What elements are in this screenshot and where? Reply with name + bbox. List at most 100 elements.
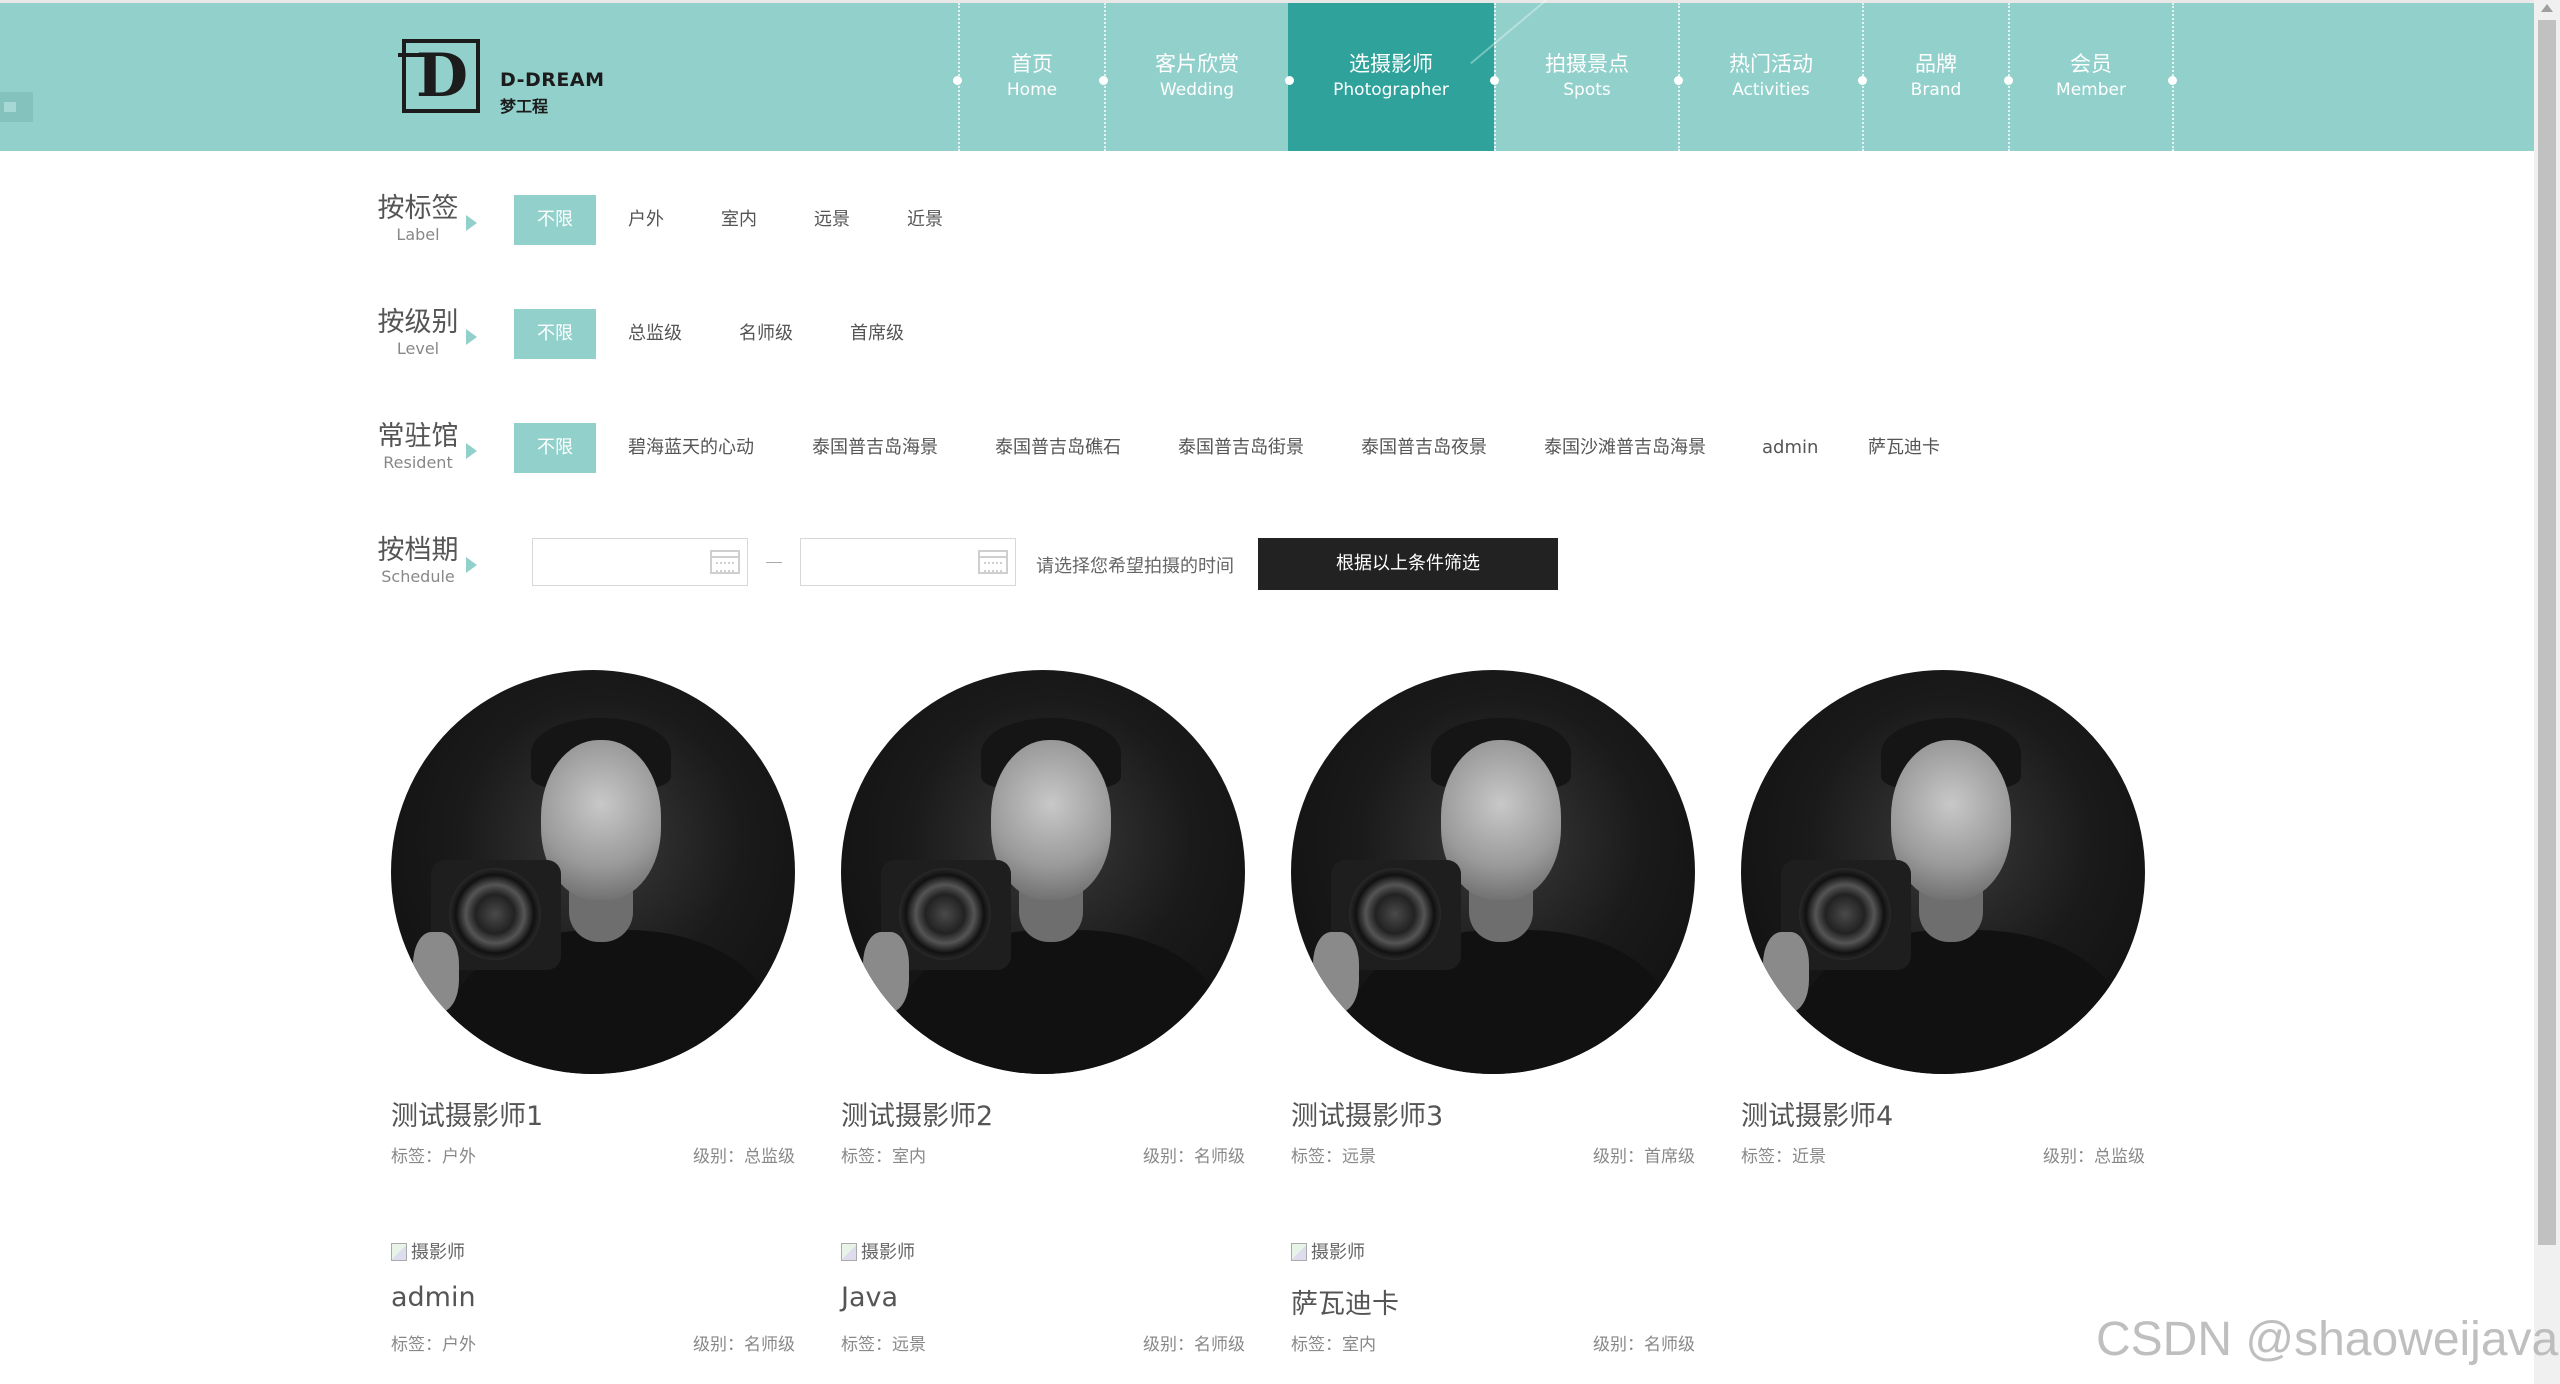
photographer-name[interactable]: 萨瓦迪卡 — [1291, 1282, 1399, 1321]
photographer-name[interactable]: 测试摄影师2 — [841, 1094, 993, 1133]
resident-option[interactable]: admin — [1762, 423, 1818, 473]
filter-title-en: Label — [396, 225, 440, 244]
resident-option[interactable]: 泰国普吉岛街景 — [1178, 423, 1304, 473]
filter-title: 常驻馆 Resident — [366, 420, 470, 472]
resident-option[interactable]: 泰国普吉岛夜景 — [1361, 423, 1487, 473]
tag-label: 标签： — [1291, 1147, 1342, 1167]
calendar-icon[interactable] — [978, 550, 1008, 574]
broken-image-icon[interactable]: 摄影师 — [1291, 1238, 1365, 1264]
photographer-level: 级别：总监级 — [693, 1142, 795, 1167]
tag-value: 远景 — [1342, 1147, 1376, 1167]
photographer-tag: 标签：户外 — [391, 1330, 476, 1355]
level-value: 名师级 — [744, 1335, 795, 1355]
photographer-level: 级别：总监级 — [2043, 1142, 2145, 1167]
logo[interactable]: D D-DREAM 梦工程 — [397, 35, 610, 125]
photographer-name[interactable]: 测试摄影师1 — [391, 1094, 543, 1133]
broken-image-icon[interactable]: 摄影师 — [841, 1238, 915, 1264]
level-option-master[interactable]: 名师级 — [739, 309, 793, 359]
nav-item-wedding[interactable]: 客片欣赏 Wedding — [1104, 3, 1288, 151]
label-option-close[interactable]: 近景 — [907, 195, 943, 245]
nav-item-activities[interactable]: 热门活动 Activities — [1678, 3, 1862, 151]
photographer-tag: 标签：近景 — [1741, 1142, 1826, 1167]
site-header: D D-DREAM 梦工程 首页 Home 客片欣赏 Wedding 选摄影师 … — [0, 3, 2534, 151]
arrow-right-icon — [466, 215, 477, 231]
photographer-level: 级别：首席级 — [1593, 1142, 1695, 1167]
level-value: 名师级 — [1194, 1147, 1245, 1167]
resident-option[interactable]: 泰国沙滩普吉岛海景 — [1544, 423, 1706, 473]
tag-label: 标签： — [391, 1147, 442, 1167]
nav-label-en: Photographer — [1333, 80, 1449, 100]
nav-label-cn: 会员 — [2070, 52, 2112, 76]
nav-item-brand[interactable]: 品牌 Brand — [1862, 3, 2008, 151]
nav-label-cn: 客片欣赏 — [1155, 52, 1239, 76]
nav-label-cn: 热门活动 — [1729, 52, 1813, 76]
level-label: 级别： — [693, 1335, 744, 1355]
level-label: 级别： — [693, 1147, 744, 1167]
avatar-hand — [1313, 932, 1359, 1012]
level-value: 总监级 — [2094, 1147, 2145, 1167]
nav-item-photographer[interactable]: 选摄影师 Photographer — [1288, 3, 1494, 151]
resident-option[interactable]: 萨瓦迪卡 — [1868, 423, 1940, 473]
photographer-name[interactable]: 测试摄影师3 — [1291, 1094, 1443, 1133]
nav-label-cn: 首页 — [1011, 52, 1053, 76]
logo-text-cn: 梦工程 — [500, 97, 549, 116]
level-option-any[interactable]: 不限 — [514, 309, 596, 359]
photographer-avatar[interactable] — [1741, 670, 2145, 1074]
nav-label-cn: 选摄影师 — [1349, 52, 1433, 76]
photographer-tag: 标签：室内 — [1291, 1330, 1376, 1355]
scroll-up-icon[interactable] — [2541, 4, 2553, 12]
tag-value: 室内 — [1342, 1335, 1376, 1355]
resident-option-any[interactable]: 不限 — [514, 423, 596, 473]
scroll-thumb[interactable] — [2538, 20, 2556, 1245]
filter-title: 按档期 Schedule — [366, 534, 470, 586]
resident-option[interactable]: 泰国普吉岛礁石 — [995, 423, 1121, 473]
level-value: 名师级 — [1194, 1335, 1245, 1355]
tag-label: 标签： — [841, 1147, 892, 1167]
label-option-distant[interactable]: 远景 — [814, 195, 850, 245]
filter-title-en: Level — [396, 339, 440, 358]
label-option-any[interactable]: 不限 — [514, 195, 596, 245]
photographer-level: 级别：名师级 — [1143, 1330, 1245, 1355]
nav-item-spots[interactable]: 拍摄景点 Spots — [1494, 3, 1678, 151]
tag-label: 标签： — [841, 1335, 892, 1355]
nav-item-home[interactable]: 首页 Home — [958, 3, 1104, 151]
tag-value: 户外 — [442, 1335, 476, 1355]
level-label: 级别： — [1593, 1335, 1644, 1355]
broken-image-icon[interactable]: 摄影师 — [391, 1238, 465, 1264]
resident-option[interactable]: 泰国普吉岛海景 — [812, 423, 938, 473]
side-tab[interactable] — [0, 92, 33, 122]
filter-resident: 常驻馆 Resident 不限 碧海蓝天的心动 泰国普吉岛海景 泰国普吉岛礁石 … — [366, 420, 2066, 480]
label-option-indoor[interactable]: 室内 — [721, 195, 757, 245]
label-option-outdoor[interactable]: 户外 — [628, 195, 664, 245]
level-option-chief[interactable]: 首席级 — [850, 309, 904, 359]
date-separator — [766, 562, 782, 563]
photographer-level: 级别：名师级 — [1593, 1330, 1695, 1355]
filter-title-cn: 按档期 — [377, 535, 459, 566]
avatar-lens — [899, 868, 991, 960]
nav-label-en: Activities — [1732, 80, 1810, 100]
photographer-name[interactable]: admin — [391, 1282, 476, 1313]
level-label: 级别： — [1593, 1147, 1644, 1167]
nav-label-en: Spots — [1563, 80, 1611, 100]
nav-dot — [2168, 76, 2177, 85]
logo-text-en: D-DREAM — [500, 69, 605, 91]
photographer-avatar[interactable] — [841, 670, 1245, 1074]
resident-option[interactable]: 碧海蓝天的心动 — [628, 423, 754, 473]
level-value: 总监级 — [744, 1147, 795, 1167]
scrollbar[interactable] — [2534, 0, 2560, 1384]
nav-label-cn: 拍摄景点 — [1545, 52, 1629, 76]
level-label: 级别： — [2043, 1147, 2094, 1167]
calendar-icon[interactable] — [710, 550, 740, 574]
filter-title-en: Schedule — [381, 567, 455, 586]
photographer-level: 级别：名师级 — [1143, 1142, 1245, 1167]
watermark: CSDN @shaoweijava — [2096, 1313, 2559, 1366]
filter-submit-button[interactable]: 根据以上条件筛选 — [1258, 538, 1558, 590]
photographer-name[interactable]: 测试摄影师4 — [1741, 1094, 1893, 1133]
photographer-avatar[interactable] — [1291, 670, 1695, 1074]
level-option-director[interactable]: 总监级 — [628, 309, 682, 359]
nav-label-en: Member — [2056, 80, 2126, 100]
nav-item-member[interactable]: 会员 Member — [2008, 3, 2172, 151]
photographer-name[interactable]: Java — [841, 1282, 898, 1313]
photographer-avatar[interactable] — [391, 670, 795, 1074]
photographer-tag: 标签：室内 — [841, 1142, 926, 1167]
